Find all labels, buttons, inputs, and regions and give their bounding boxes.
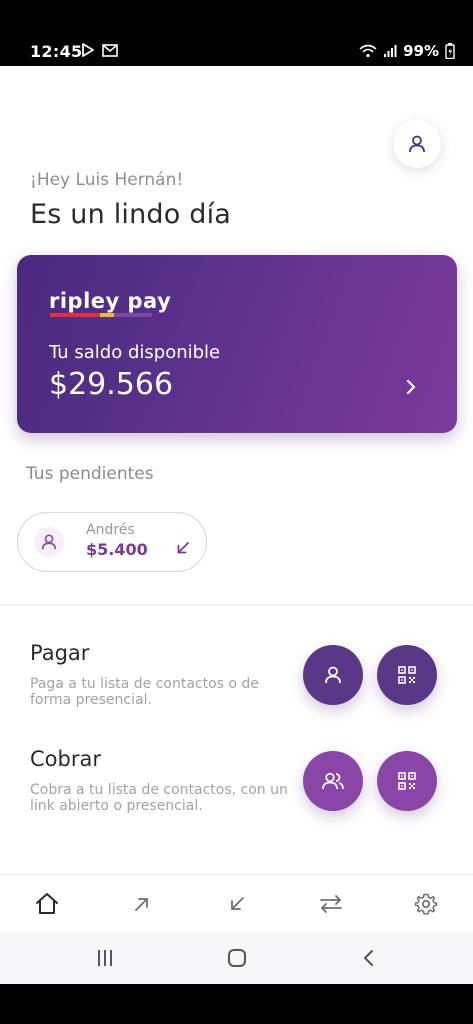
nav-home[interactable] (30, 887, 64, 921)
pending-section-title: Tus pendientes (26, 464, 154, 484)
app-screen: ¡Hey Luis Hernán! Es un lindo día ripley… (0, 66, 473, 932)
recents-button[interactable] (93, 946, 117, 970)
play-store-icon (82, 43, 94, 57)
chevron-right-icon (406, 379, 416, 395)
battery-icon (445, 43, 455, 59)
pending-item[interactable]: Andrés $5.400 (17, 512, 207, 572)
nav-send[interactable] (125, 887, 159, 921)
pay-contact-button[interactable] (303, 645, 363, 705)
battery-percent: 99% (403, 42, 439, 60)
balance-card[interactable]: ripley pay Tu saldo disponible $29.566 (17, 255, 457, 433)
status-time: 12:45 (30, 42, 83, 61)
qr-icon (398, 666, 416, 684)
user-icon (409, 135, 425, 153)
status-left-icons (81, 43, 118, 57)
balance-label: Tu saldo disponible (49, 342, 221, 363)
user-icon (325, 666, 341, 684)
balance-amount: $29.566 (49, 367, 174, 402)
wifi-icon (359, 44, 377, 58)
users-icon (322, 772, 344, 790)
nav-receive[interactable] (220, 887, 254, 921)
charge-qr-button[interactable] (377, 751, 437, 811)
gmail-icon (102, 43, 118, 57)
pay-qr-button[interactable] (377, 645, 437, 705)
status-bar: 12:45 99% (0, 0, 473, 66)
nav-settings[interactable] (409, 887, 443, 921)
charge-title: Cobrar (30, 747, 101, 771)
settings-icon (414, 893, 438, 915)
section-divider (0, 604, 473, 606)
home-button[interactable] (225, 946, 249, 970)
signal-icon (384, 45, 397, 57)
recents-icon (98, 950, 112, 966)
arrow-up-right-icon (135, 898, 148, 911)
greeting-text: ¡Hey Luis Hernán! (30, 170, 184, 190)
arrow-down-left-icon (231, 897, 244, 910)
home-circle-icon (228, 949, 246, 967)
arrow-down-left-icon (177, 542, 189, 554)
brand-underline (50, 313, 152, 317)
profile-button[interactable] (393, 120, 441, 168)
pay-description: Paga a tu lista de contactos o de forma … (30, 676, 259, 708)
pay-title: Pagar (30, 641, 90, 665)
charge-description: Cobra a tu lista de contactos, con un li… (30, 782, 288, 814)
back-icon (364, 950, 373, 966)
nav-transfers[interactable] (314, 887, 348, 921)
brand-logo: ripley pay (49, 289, 172, 313)
qr-icon (398, 772, 416, 790)
system-nav-bar (0, 932, 473, 984)
home-icon (36, 893, 58, 914)
status-right: 99% (359, 42, 455, 60)
bottom-bezel (0, 984, 473, 1024)
page-title: Es un lindo día (30, 199, 232, 230)
transfer-icon (320, 895, 342, 913)
user-icon (41, 534, 57, 550)
charge-contacts-button[interactable] (303, 751, 363, 811)
pending-amount: $5.400 (86, 540, 148, 559)
pending-name: Andrés (86, 522, 135, 538)
bottom-nav (0, 874, 473, 932)
back-button[interactable] (357, 946, 381, 970)
pending-avatar (34, 527, 64, 557)
